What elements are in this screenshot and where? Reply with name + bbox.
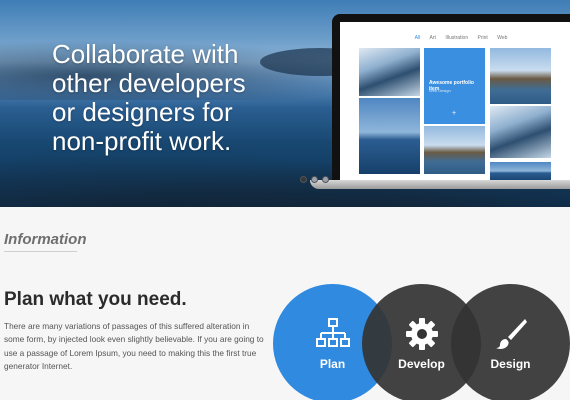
design-circle[interactable]: Design — [451, 284, 570, 400]
featured-subtitle: Web Design — [429, 88, 451, 93]
portfolio-thumbnail[interactable] — [490, 162, 551, 182]
hero-headline-line: non-profit work. — [52, 126, 232, 156]
filter-print[interactable]: Print — [478, 35, 488, 41]
portfolio-thumbnail[interactable] — [490, 106, 551, 158]
hero-headline: Collaborate with other developers or des… — [52, 40, 302, 156]
hero-headline-line: other developers — [52, 68, 246, 98]
hero-headline-line: or designers for — [52, 97, 233, 127]
slider-dots — [300, 176, 329, 183]
portfolio-thumbnail[interactable] — [359, 98, 420, 174]
portfolio-filter-nav: All Art Illustration Print Web — [340, 35, 570, 41]
plus-icon: + — [452, 110, 457, 117]
portfolio-thumbnail[interactable] — [359, 48, 420, 96]
portfolio-preview: All Art Illustration Print Web Awesome p… — [340, 22, 570, 182]
sitemap-icon — [315, 317, 350, 347]
portfolio-thumbnail[interactable] — [490, 48, 551, 104]
plan-body-text: There are many variations of passages of… — [4, 321, 264, 372]
hero-headline-line: Collaborate with — [52, 39, 239, 69]
gear-icon — [405, 317, 438, 350]
plan-heading: Plan what you need. — [4, 289, 187, 310]
filter-illustration[interactable]: Illustration — [445, 35, 468, 41]
section-title-underline — [4, 251, 77, 252]
paintbrush-icon — [495, 318, 527, 349]
laptop-base — [310, 180, 570, 189]
plan-label: Plan — [319, 356, 346, 371]
develop-label: Develop — [398, 356, 445, 371]
slider-dot[interactable] — [311, 176, 318, 183]
slider-dot[interactable] — [300, 176, 307, 183]
filter-web[interactable]: Web — [497, 35, 507, 41]
hero-banner: Collaborate with other developers or des… — [0, 0, 570, 207]
slider-dot[interactable] — [322, 176, 329, 183]
laptop-mockup: All Art Illustration Print Web Awesome p… — [332, 14, 570, 182]
filter-art[interactable]: Art — [430, 35, 436, 41]
portfolio-featured-tile[interactable]: Awesome portfolio item Web Design + — [424, 48, 485, 124]
section-title: Information — [4, 231, 87, 248]
design-label: Design — [490, 356, 531, 371]
portfolio-thumbnail[interactable] — [424, 126, 485, 174]
filter-all[interactable]: All — [415, 35, 421, 41]
